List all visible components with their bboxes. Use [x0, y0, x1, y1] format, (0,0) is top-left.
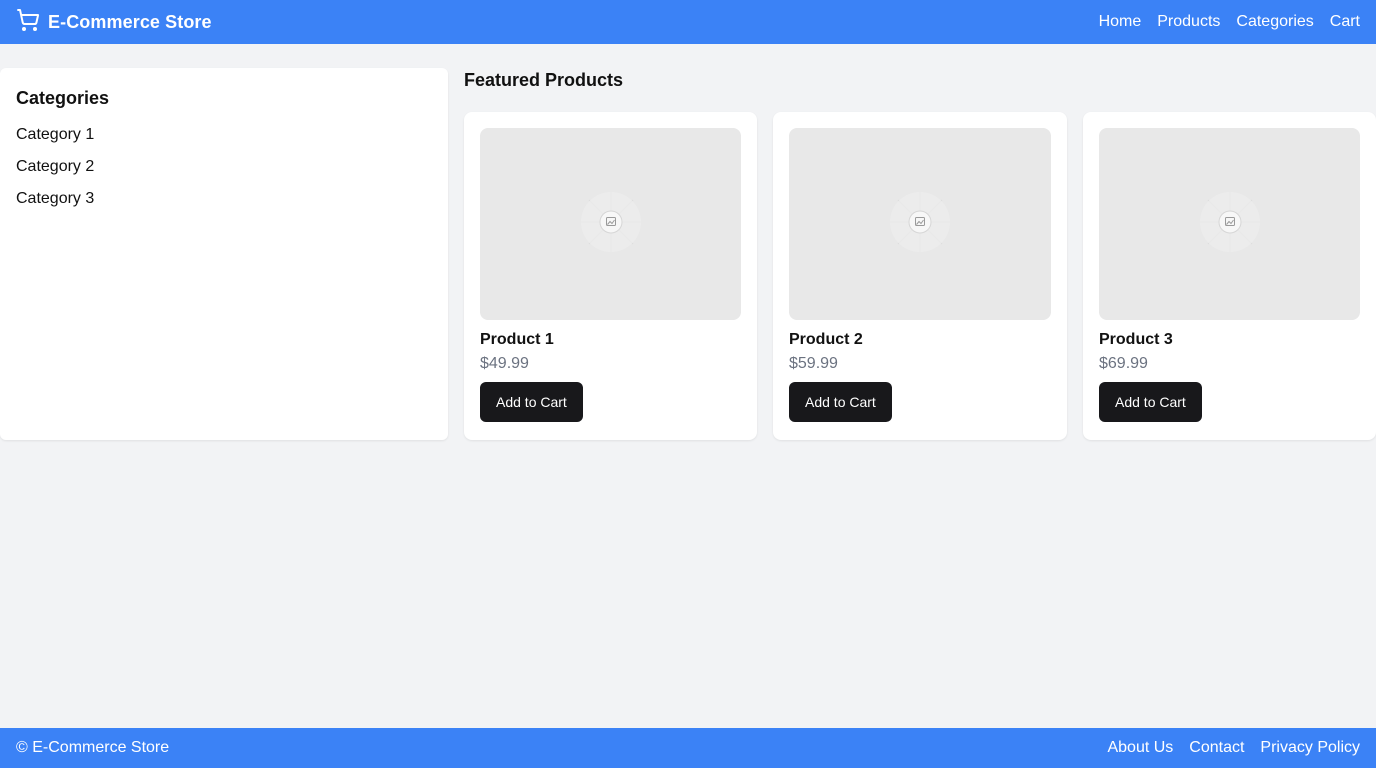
- category-item-3[interactable]: Category 3: [16, 187, 432, 219]
- brand[interactable]: E-Commerce Store: [16, 8, 212, 37]
- category-item-2[interactable]: Category 2: [16, 155, 432, 187]
- add-to-cart-button-3[interactable]: Add to Cart: [1099, 382, 1202, 422]
- product-image-placeholder: [480, 128, 741, 320]
- add-to-cart-button-1[interactable]: Add to Cart: [480, 382, 583, 422]
- product-card-2: Product 2 $59.99 Add to Cart: [773, 112, 1067, 440]
- nav-link-home[interactable]: Home: [1099, 13, 1142, 31]
- category-item-1[interactable]: Category 1: [16, 123, 432, 155]
- footer-links: About Us Contact Privacy Policy: [1107, 739, 1360, 757]
- categories-sidebar: Categories Category 1 Category 2 Categor…: [0, 68, 448, 440]
- product-card-1: Product 1 $49.99 Add to Cart: [464, 112, 757, 440]
- site-footer: © E-Commerce Store About Us Contact Priv…: [0, 728, 1376, 768]
- product-card-3: Product 3 $69.99 Add to Cart: [1083, 112, 1376, 440]
- nav-link-categories[interactable]: Categories: [1236, 13, 1313, 31]
- nav-link-cart[interactable]: Cart: [1330, 13, 1360, 31]
- product-price: $49.99: [480, 355, 529, 372]
- top-navbar: E-Commerce Store Home Products Categorie…: [0, 0, 1376, 44]
- copyright-text: © E-Commerce Store: [16, 739, 170, 756]
- product-name: Product 2: [789, 331, 863, 348]
- product-price: $69.99: [1099, 355, 1148, 372]
- add-to-cart-button-2[interactable]: Add to Cart: [789, 382, 892, 422]
- footer-link-privacy-policy[interactable]: Privacy Policy: [1260, 739, 1360, 757]
- product-image-placeholder: [1099, 128, 1360, 320]
- image-placeholder-icon: [571, 182, 651, 267]
- sidebar-heading: Categories: [16, 88, 110, 108]
- featured-products-title: Featured Products: [464, 70, 624, 90]
- product-name: Product 3: [1099, 331, 1173, 348]
- product-image-placeholder: [789, 128, 1051, 320]
- nav-link-products[interactable]: Products: [1157, 13, 1220, 31]
- product-name: Product 1: [480, 331, 554, 348]
- footer-link-contact[interactable]: Contact: [1189, 739, 1244, 757]
- shopping-cart-icon: [16, 8, 40, 37]
- image-placeholder-icon: [1190, 182, 1270, 267]
- site-title: E-Commerce Store: [48, 11, 212, 32]
- footer-link-about-us[interactable]: About Us: [1107, 739, 1173, 757]
- main-nav: Home Products Categories Cart: [1099, 13, 1360, 31]
- image-placeholder-icon: [880, 182, 960, 267]
- product-price: $59.99: [789, 355, 838, 372]
